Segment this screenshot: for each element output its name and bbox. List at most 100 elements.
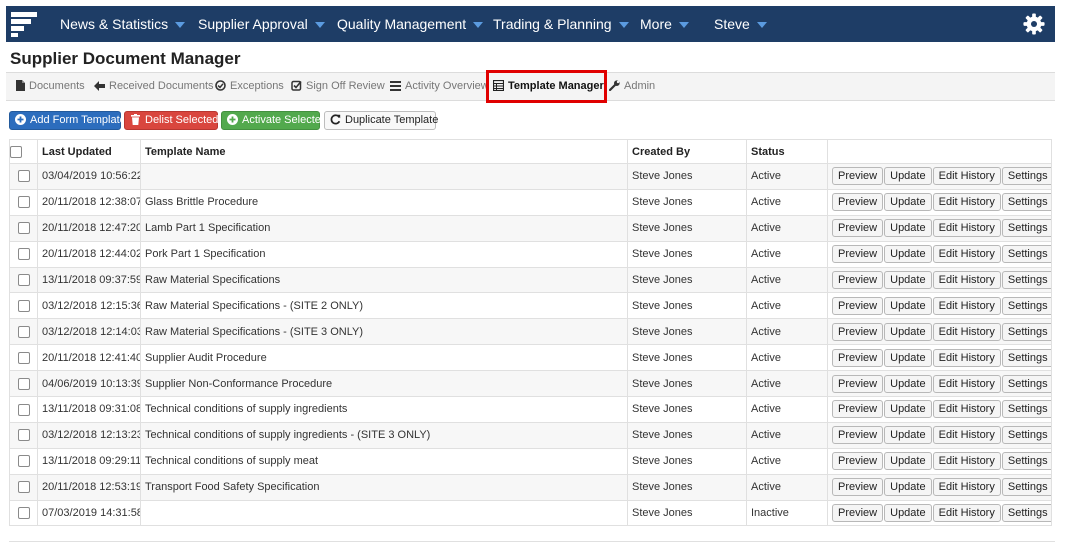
edit-history-button[interactable]: Edit History [932, 400, 1001, 419]
row-checkbox[interactable] [17, 429, 30, 442]
edit-history-button[interactable]: Edit History [932, 271, 1001, 289]
settings-button[interactable]: Settings [1001, 348, 1051, 367]
preview-button[interactable]: Preview [832, 400, 884, 419]
edit-history-button[interactable]: Edit History [932, 167, 1001, 186]
nav-news-statistics[interactable]: News & Statistics [60, 6, 186, 42]
preview-button[interactable]: Preview [832, 167, 884, 186]
settings-button[interactable]: Settings [1001, 296, 1051, 315]
update-button[interactable]: Update [884, 374, 932, 393]
preview-button[interactable]: Preview [832, 193, 884, 212]
preview-button[interactable]: Preview [832, 426, 884, 445]
app-logo-icon[interactable] [10, 10, 38, 38]
edit-history-button[interactable]: Edit History [932, 322, 1001, 341]
update-button[interactable]: Update [884, 400, 932, 419]
row-checkbox[interactable] [17, 377, 30, 390]
preview-button[interactable]: Preview [832, 296, 884, 315]
preview-button[interactable]: Preview [832, 245, 884, 264]
preview-button[interactable]: Preview [832, 322, 884, 341]
settings-button[interactable]: Settings [1001, 478, 1051, 497]
row-checkbox[interactable] [17, 299, 30, 312]
column-header-status[interactable]: Status [746, 139, 828, 164]
preview-button[interactable]: Preview [832, 478, 884, 497]
edit-history-button[interactable]: Edit History [932, 426, 1001, 445]
row-checkbox[interactable] [17, 325, 30, 338]
settings-button[interactable]: Settings [1001, 504, 1051, 523]
column-header-created-by[interactable]: Created By [627, 139, 747, 164]
preview-button[interactable]: Preview [832, 348, 884, 367]
caret-down-icon [175, 22, 186, 28]
update-button[interactable]: Update [884, 271, 932, 289]
row-checkbox[interactable] [17, 403, 30, 416]
tab-exceptions[interactable]: Exceptions [215, 73, 284, 100]
edit-history-button[interactable]: Edit History [932, 452, 1001, 471]
settings-button[interactable]: Settings [1001, 193, 1051, 212]
edit-history-button[interactable]: Edit History [932, 219, 1001, 238]
row-checkbox[interactable] [17, 507, 30, 520]
nav-more[interactable]: More [640, 6, 689, 42]
add-form-template-button[interactable]: Add Form Template [9, 111, 126, 130]
row-checkbox[interactable] [17, 455, 30, 468]
preview-button[interactable]: Preview [832, 504, 884, 523]
edit-history-button[interactable]: Edit History [932, 245, 1001, 264]
edit-history-button[interactable]: Edit History [932, 193, 1001, 212]
edit-history-button[interactable]: Edit History [932, 504, 1001, 523]
template-name-cell: Lamb Part 1 Specification [140, 214, 628, 242]
tab-sign-off-review[interactable]: Sign Off Review [291, 73, 385, 100]
settings-button[interactable]: Settings [1001, 219, 1051, 238]
created-by-cell: Steve Jones [627, 188, 747, 216]
settings-button[interactable]: Settings [1001, 400, 1051, 419]
tab-activity-overview[interactable]: Activity Overview [390, 73, 489, 100]
preview-button[interactable]: Preview [832, 452, 884, 471]
tab-received-documents[interactable]: Received Documents [94, 73, 214, 100]
row-checkbox[interactable] [17, 351, 30, 364]
edit-history-button[interactable]: Edit History [932, 296, 1001, 315]
update-button[interactable]: Update [884, 296, 932, 315]
last-updated-cell: 13/11/2018 09:29:11 [37, 447, 141, 475]
preview-button[interactable]: Preview [832, 271, 884, 289]
settings-button[interactable]: Settings [1001, 271, 1051, 289]
nav-trading-planning[interactable]: Trading & Planning [493, 6, 629, 42]
settings-button[interactable]: Settings [1001, 245, 1051, 264]
update-button[interactable]: Update [884, 504, 932, 523]
settings-button[interactable]: Settings [1001, 452, 1051, 471]
duplicate-template-button[interactable]: Duplicate Template [324, 111, 438, 130]
update-button[interactable]: Update [884, 219, 932, 238]
tab-admin[interactable]: Admin [608, 73, 655, 100]
tab-template-manager[interactable]: Template Manager [492, 73, 604, 100]
row-checkbox[interactable] [17, 481, 30, 494]
row-checkbox[interactable] [17, 196, 30, 209]
activate-selected-button[interactable]: Activate Selected [221, 111, 327, 130]
nav-quality-management[interactable]: Quality Management [337, 6, 484, 42]
row-checkbox[interactable] [17, 274, 30, 287]
settings-button[interactable]: Settings [1001, 374, 1051, 393]
nav-supplier-approval[interactable]: Supplier Approval [198, 6, 325, 42]
select-all-checkbox[interactable] [10, 145, 22, 158]
edit-history-button[interactable]: Edit History [932, 478, 1001, 497]
settings-button[interactable]: Settings [1001, 322, 1051, 341]
edit-history-button[interactable]: Edit History [932, 348, 1001, 367]
template-name-cell: Supplier Non-Conformance Procedure [140, 370, 628, 398]
gear-icon[interactable] [1023, 13, 1045, 35]
update-button[interactable]: Update [884, 167, 932, 186]
tab-label: Template Manager [508, 80, 604, 92]
row-checkbox[interactable] [17, 248, 30, 261]
tab-documents[interactable]: Documents [16, 73, 85, 100]
column-header-last-updated[interactable]: Last Updated [37, 139, 141, 164]
delist-selected-button[interactable]: Delist Selected [124, 111, 218, 130]
edit-history-button[interactable]: Edit History [932, 374, 1001, 393]
settings-button[interactable]: Settings [1001, 426, 1051, 445]
row-checkbox[interactable] [17, 170, 30, 183]
update-button[interactable]: Update [884, 348, 932, 367]
update-button[interactable]: Update [884, 452, 932, 471]
update-button[interactable]: Update [884, 426, 932, 445]
column-header-template-name[interactable]: Template Name [140, 139, 628, 164]
update-button[interactable]: Update [884, 322, 932, 341]
update-button[interactable]: Update [884, 245, 932, 264]
nav-user-menu[interactable]: Steve [714, 6, 767, 42]
update-button[interactable]: Update [884, 193, 932, 212]
settings-button[interactable]: Settings [1001, 167, 1051, 186]
preview-button[interactable]: Preview [832, 219, 884, 238]
update-button[interactable]: Update [884, 478, 932, 497]
preview-button[interactable]: Preview [832, 374, 884, 393]
row-checkbox[interactable] [17, 222, 30, 235]
